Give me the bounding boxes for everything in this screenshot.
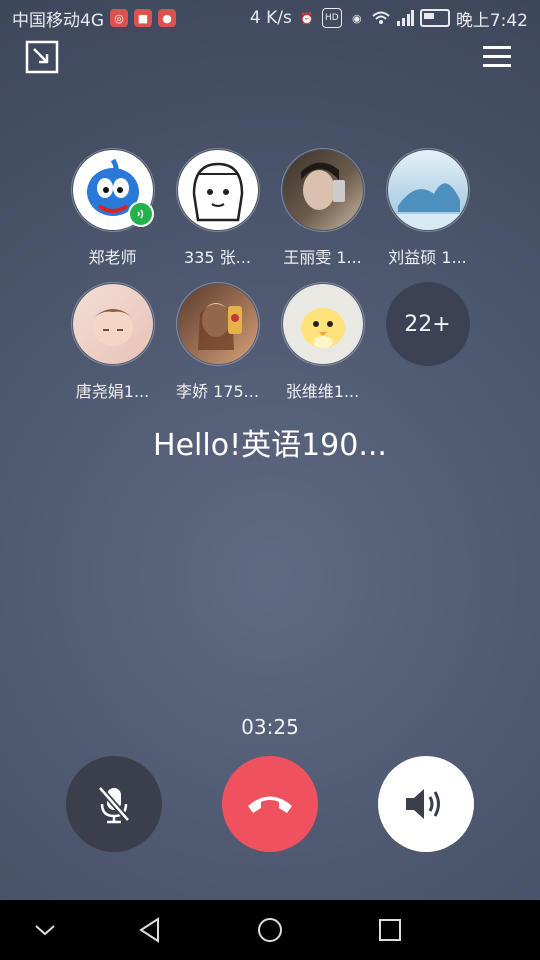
participant[interactable]: 335 张... [175,148,260,268]
alarm-icon: ⏰ [299,11,314,25]
avatar [280,148,365,232]
clock: 晚上7:42 [455,10,528,31]
participants-grid: 郑老师 335 张... 王丽雯 1... 刘益硕 1... 唐尧娟1... 李… [0,148,540,414]
avatar [385,148,470,232]
participant[interactable]: 王丽雯 1... [280,148,365,268]
minimize-window-button[interactable] [25,40,59,74]
group-name: Hello!英语190... [153,428,387,463]
carrier-label: 中国移动4G [12,10,104,31]
battery-icon [419,9,450,27]
avatar [70,148,155,232]
map-pin-icon: ● [158,9,176,27]
participant-name: 唐尧娟1... [75,382,150,401]
speaker-icon [406,789,440,819]
participant-name: 335 张... [184,248,251,267]
home-icon [258,918,282,942]
participant[interactable]: 李娇 175... [175,282,260,402]
phone-hangup-icon [248,796,292,813]
avatar [280,282,365,366]
more-participants-badge[interactable]: 22+ [385,282,470,366]
home-button[interactable] [255,915,285,945]
app-notification-icon: ◎ [110,9,128,27]
avatar [175,148,260,232]
participant-name: 刘益硕 1... [388,248,467,267]
network-speed: 4 K/s [249,8,292,28]
back-icon [139,917,159,943]
recents-icon [379,919,401,941]
recents-button[interactable] [375,915,405,945]
hamburger-menu-icon [483,46,511,67]
participant-name: 李娇 175... [176,382,259,401]
more-participants-count: 22+ [404,311,451,337]
hd-icon: HD [321,8,342,28]
back-button[interactable] [135,915,165,945]
call-timer: 03:25 [241,715,299,739]
participant[interactable]: 张维维1... [280,282,365,402]
navigation-bar [0,900,540,960]
mute-button[interactable] [66,756,162,852]
more-participants[interactable]: 22+ [385,282,470,402]
wifi-icon [372,9,390,27]
participant-name: 郑老师 [88,248,137,267]
menu-button[interactable] [480,40,514,74]
speaker-button[interactable] [378,756,474,852]
minimize-window-icon [25,40,59,74]
participant[interactable]: 郑老师 [70,148,155,268]
avatar [70,282,155,366]
hang-up-button[interactable] [222,756,318,852]
participant-name: 王丽雯 1... [283,248,362,267]
microphone-muted-icon [97,786,131,824]
signal-icon [396,9,414,27]
participant[interactable]: 刘益硕 1... [385,148,470,268]
call-controls [0,756,540,852]
participant[interactable]: 唐尧娟1... [70,282,155,402]
eye-icon: ◉ [352,11,362,25]
speaking-indicator-icon [127,201,154,227]
chevron-down-icon [35,925,55,936]
status-bar: 中国移动4G ◎ ■ ● 4 K/s ⏰ HD ◉ 晚上7:42 [0,0,540,36]
app-notification-icon: ■ [134,9,152,27]
collapse-button[interactable] [30,915,60,945]
participant-name: 张维维1... [285,382,360,401]
avatar [175,282,260,366]
